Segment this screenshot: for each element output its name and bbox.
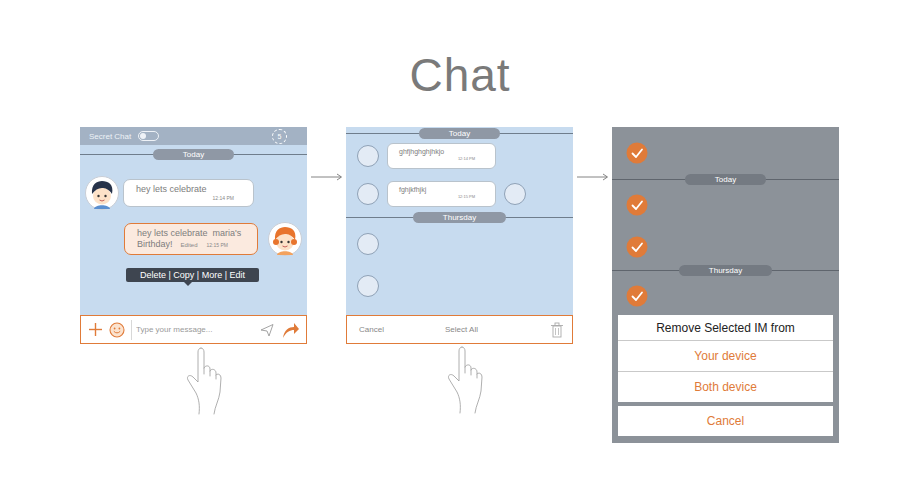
composer-bar	[80, 315, 307, 344]
share-arrow-icon	[280, 320, 300, 340]
date-separator: Today	[612, 173, 839, 185]
sheet-title: Remove Selected IM from	[618, 315, 833, 341]
select-circle[interactable]	[357, 183, 379, 205]
flow-arrow	[573, 127, 612, 181]
date-pill: Today	[419, 128, 500, 139]
selected-row	[612, 142, 839, 164]
sheet-option[interactable]: Both device	[618, 372, 833, 402]
select-row	[346, 233, 573, 255]
message-bubble[interactable]: ghfjhghghjhkjo12:14 PM	[387, 143, 496, 169]
select-body: Todayghfjhghghjhkjo12:14 PMfghjkfhjkj12:…	[346, 127, 573, 315]
check-circle-icon	[626, 194, 648, 216]
message-time: 12:14 PM	[399, 156, 487, 162]
boy-avatar-icon	[85, 176, 119, 210]
presentation-board: ChatSecret Chat5Todayhey lets celebrate1…	[0, 0, 920, 443]
message-row: hey lets celebrate maria's Birthday!Edit…	[80, 222, 307, 256]
chat-screen: Secret Chat 5 Today hey lets celebrate12:14…	[80, 127, 307, 344]
select-row	[346, 275, 573, 297]
message-text: fghjkfhjkj	[399, 185, 487, 194]
message-row: hey lets celebrate12:14 PM	[80, 176, 307, 210]
date-separator: Thursday	[346, 211, 573, 223]
message-text: hey lets celebrate maria's Birthday!Edit…	[137, 228, 248, 251]
hand-icon	[442, 345, 484, 415]
check-circle-icon	[626, 236, 648, 258]
hand-icon	[442, 345, 484, 415]
hand-icon	[181, 346, 223, 416]
trash-icon[interactable]	[550, 322, 564, 338]
arrow-right-icon	[576, 173, 609, 181]
check-circle-icon[interactable]	[626, 236, 648, 258]
edited-label: Edited	[181, 242, 198, 248]
timer-badge[interactable]: 5	[272, 129, 287, 144]
select-all-button[interactable]: Select All	[445, 325, 478, 334]
girl-avatar-icon	[268, 222, 302, 256]
message-time: 12:14 PM	[136, 195, 244, 202]
secret-chat-group: Secret Chat	[89, 131, 159, 141]
select-circle[interactable]	[357, 233, 379, 255]
date-pill: Today	[685, 174, 766, 185]
chat-header: Secret Chat 5	[80, 127, 307, 145]
check-circle-icon[interactable]	[626, 194, 648, 216]
message-text-content: hey lets celebrate	[136, 184, 207, 194]
sheet-option[interactable]: Your device	[618, 341, 833, 372]
message-bubble[interactable]: fghjkfhjkj12:15 PM	[387, 181, 496, 207]
secret-chat-toggle[interactable]	[138, 131, 159, 141]
girl-avatar-icon	[268, 222, 302, 256]
cancel-button[interactable]: Cancel	[359, 325, 384, 334]
select-circle[interactable]	[357, 145, 379, 167]
context-menu-wrap: Delete | Copy | More | Edit	[80, 268, 307, 282]
check-circle-icon[interactable]	[626, 142, 648, 164]
select-circle[interactable]	[357, 275, 379, 297]
screens-row: Secret Chat5Todayhey lets celebrate12:14…	[0, 127, 920, 443]
plus-icon[interactable]	[88, 322, 103, 337]
message-input[interactable]	[131, 320, 254, 340]
select-circle[interactable]	[504, 183, 526, 205]
plus-icon	[88, 322, 103, 337]
flow-arrow	[307, 127, 346, 181]
boy-avatar-icon	[85, 176, 119, 210]
message-text: hey lets celebrate	[136, 184, 244, 195]
context-menu[interactable]: Delete | Copy | More | Edit	[126, 268, 259, 282]
message-time: 12:15 PM	[399, 194, 487, 200]
context-menu-pointer	[184, 282, 192, 286]
date-pill: Thursday	[679, 265, 772, 276]
check-circle-icon	[626, 285, 648, 307]
smiley-icon	[109, 322, 125, 338]
date-pill: Today	[153, 149, 234, 160]
action-sheet: Remove Selected IM fromYour deviceBoth d…	[612, 315, 839, 443]
message-bubble[interactable]: hey lets celebrate maria's Birthday!Edit…	[124, 223, 258, 255]
date-separator: Thursday	[612, 264, 839, 276]
check-circle-icon	[626, 142, 648, 164]
toggle-knob	[140, 133, 146, 139]
arrow-right-icon	[310, 173, 343, 181]
sheet-cancel[interactable]: Cancel	[618, 406, 833, 436]
message-text: ghfjhghghjhkjo	[399, 147, 487, 156]
arrow-right-icon	[310, 173, 343, 181]
send-icon[interactable]	[260, 323, 274, 337]
select-row: ghfjhghghjhkjo12:14 PM	[346, 143, 573, 169]
trash-icon	[550, 322, 564, 338]
chat-body: Todayhey lets celebrate12:14 PMhey lets …	[80, 145, 307, 315]
remove-screen: Today Thursday Remove Selected IM fromYour…	[612, 127, 839, 443]
date-separator: Today	[346, 127, 573, 139]
check-circle-icon[interactable]	[626, 285, 648, 307]
date-separator: Today	[80, 148, 307, 160]
message-bubble[interactable]: hey lets celebrate12:14 PM	[123, 179, 254, 207]
secret-chat-label: Secret Chat	[89, 132, 131, 141]
message-time: 12:15 PM	[207, 242, 228, 248]
select-row: fghjkfhjkj12:15 PM	[346, 181, 573, 207]
action-group: Remove Selected IM fromYour deviceBoth d…	[618, 315, 833, 402]
select-toolbar: Cancel Select All	[346, 315, 573, 344]
share-arrow-icon[interactable]	[280, 320, 300, 340]
selected-row	[612, 285, 839, 307]
date-pill: Thursday	[413, 212, 506, 223]
send-icon	[260, 323, 274, 337]
select-screen: Todayghfjhghghjhkjo12:14 PMfghjkfhjkj12:…	[346, 127, 573, 344]
arrow-right-icon	[576, 173, 609, 181]
page-title: Chat	[0, 45, 920, 105]
smiley-icon[interactable]	[109, 322, 125, 338]
selected-row	[612, 194, 839, 216]
selected-row	[612, 236, 839, 258]
hand-icon	[181, 346, 223, 416]
